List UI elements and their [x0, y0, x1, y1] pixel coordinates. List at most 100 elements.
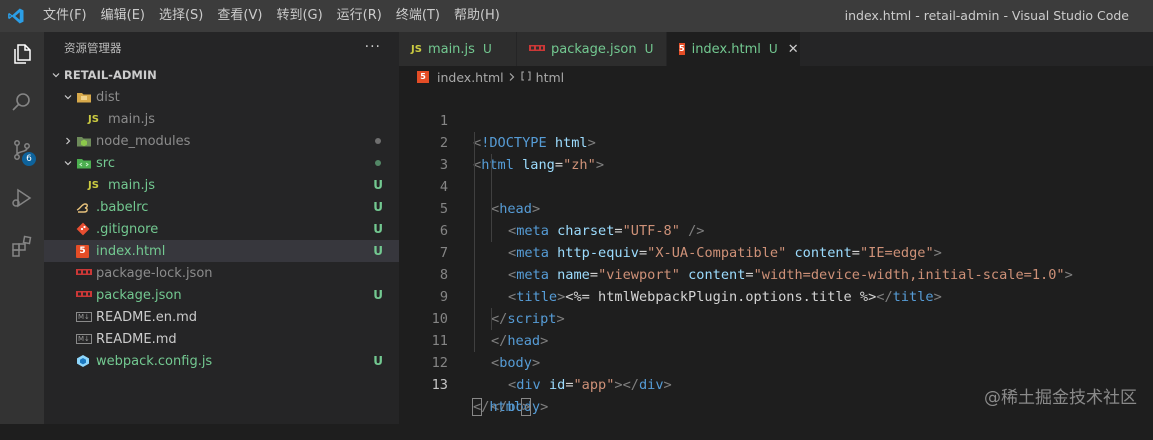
code-line[interactable]: 7 <title><%= htmlWebpackPlugin.options.t…	[399, 220, 1153, 305]
chevron-down-icon	[60, 158, 76, 168]
project-root[interactable]: RETAIL-ADMIN	[44, 64, 399, 86]
ignored-dot	[375, 138, 381, 144]
tree-item-package-lock-json[interactable]: package-lock.json	[44, 262, 399, 284]
html-file-icon: 5	[417, 71, 429, 83]
menu-bar: 文件(F) 编辑(E) 选择(S) 查看(V) 转到(G) 运行(R) 终端(T…	[36, 0, 507, 32]
code-line[interactable]: 4 <meta charset="UTF-8" />	[399, 154, 1153, 239]
code-line[interactable]: 1 <!DOCTYPE html>	[399, 88, 1153, 151]
menu-help[interactable]: 帮助(H)	[447, 0, 507, 32]
tab-label: package.json	[551, 41, 637, 57]
chevron-down-icon	[48, 70, 64, 80]
source-control-activity-button[interactable]: 6	[0, 130, 44, 170]
tab-label: index.html	[691, 41, 761, 57]
menu-go[interactable]: 转到(G)	[269, 0, 329, 32]
breadcrumb-symbol[interactable]: html	[536, 70, 564, 85]
code-line[interactable]: 6 <meta name="viewport" content="width=d…	[399, 198, 1153, 283]
untracked-status: U	[373, 244, 383, 258]
window-title: index.html - retail-admin - Visual Studi…	[844, 8, 1129, 23]
javascript-file-icon: JS	[411, 43, 422, 55]
tree-item-readme-md[interactable]: M↓ README.md	[44, 328, 399, 350]
javascript-file-icon: JS	[88, 179, 99, 191]
untracked-status: U	[373, 200, 383, 214]
git-file-icon	[76, 222, 96, 236]
untracked-status: U	[373, 288, 383, 302]
html-file-icon: 5	[679, 43, 685, 55]
markdown-file-icon: M↓	[76, 312, 92, 322]
tab-status: U	[482, 42, 492, 56]
code-line[interactable]: 2 <html lang="zh">	[399, 110, 1153, 173]
code-line-current[interactable]: 13 </html>	[399, 352, 1153, 416]
tree-item-gitignore[interactable]: .gitignore U	[44, 218, 399, 240]
untracked-status: U	[373, 354, 383, 368]
explorer-title: 资源管理器	[64, 41, 122, 55]
tree-item-src[interactable]: src	[44, 152, 399, 174]
tree-item-index-html[interactable]: 5 index.html U	[44, 240, 399, 262]
code-line[interactable]: 10 <body>	[399, 286, 1153, 371]
close-icon[interactable]: ✕	[788, 42, 799, 57]
project-name: RETAIL-ADMIN	[64, 68, 157, 82]
editor-tabs: JS main.js U package.json U 5 index.html…	[399, 32, 1153, 66]
src-folder-icon	[76, 156, 96, 170]
tree-item-readme-en-md[interactable]: M↓ README.en.md	[44, 306, 399, 328]
extensions-icon	[12, 235, 32, 257]
files-icon	[14, 44, 31, 64]
chevron-right-icon	[60, 136, 76, 146]
tree-item-dist-main-js[interactable]: JS main.js	[44, 108, 399, 130]
tab-index-html[interactable]: 5 index.html U ✕	[667, 32, 801, 66]
more-actions-button[interactable]: ···	[365, 32, 381, 62]
npm-file-icon	[76, 269, 96, 277]
menu-run[interactable]: 运行(R)	[330, 0, 389, 32]
tree-item-src-main-js[interactable]: JS main.js U	[44, 174, 399, 196]
breadcrumb: 5 index.html html	[399, 66, 1153, 88]
run-debug-icon	[12, 188, 32, 208]
menu-file[interactable]: 文件(F)	[36, 0, 94, 32]
html-file-icon: 5	[76, 244, 96, 258]
tab-label: main.js	[427, 41, 475, 57]
activity-bar: 6	[0, 32, 44, 424]
code-line[interactable]: 12 </body>	[399, 330, 1153, 415]
line-number: 13	[431, 377, 448, 393]
code-line[interactable]: 11 <div id="app"></div>	[399, 308, 1153, 393]
code-line[interactable]: 3 <head>	[399, 132, 1153, 217]
run-debug-activity-button[interactable]	[0, 178, 44, 218]
tree-item-webpack-config-js[interactable]: webpack.config.js U	[44, 350, 399, 372]
tree-item-dist[interactable]: dist	[44, 86, 399, 108]
code-line[interactable]: 9 </head>	[399, 264, 1153, 349]
explorer-activity-button[interactable]	[0, 34, 44, 74]
menu-terminal[interactable]: 终端(T)	[389, 0, 447, 32]
title-bar: 文件(F) 编辑(E) 选择(S) 查看(V) 转到(G) 运行(R) 终端(T…	[0, 0, 1153, 32]
explorer-header: 资源管理器 ···	[44, 32, 399, 64]
tree-item-package-json[interactable]: package.json U	[44, 284, 399, 306]
untracked-status: U	[373, 222, 383, 236]
code-line[interactable]: 8 </script>	[399, 242, 1153, 327]
menu-edit[interactable]: 编辑(E)	[94, 0, 152, 32]
tab-package-json[interactable]: package.json U	[517, 32, 667, 66]
symbol-icon	[520, 70, 532, 85]
chevron-down-icon	[60, 92, 76, 102]
chevron-right-icon	[508, 70, 516, 85]
code-editor[interactable]: 1 <!DOCTYPE html> 2 <html lang="zh"> 3 <…	[399, 88, 1153, 424]
npm-file-icon	[76, 291, 96, 299]
code-line[interactable]: 5 <meta http-equiv="X-UA-Compatible" con…	[399, 176, 1153, 261]
tree-item-node-modules[interactable]: node_modules	[44, 130, 399, 152]
markdown-file-icon: M↓	[76, 334, 92, 344]
extensions-activity-button[interactable]	[0, 226, 44, 266]
menu-selection[interactable]: 选择(S)	[152, 0, 210, 32]
folder-icon	[76, 90, 96, 104]
scm-badge: 6	[22, 152, 36, 166]
explorer-sidebar: 资源管理器 ··· RETAIL-ADMIN dist JS main.js n…	[44, 32, 399, 424]
tree-item-babelrc[interactable]: .babelrc U	[44, 196, 399, 218]
menu-view[interactable]: 查看(V)	[210, 0, 269, 32]
search-activity-button[interactable]	[0, 82, 44, 122]
untracked-status: U	[373, 178, 383, 192]
modified-dot	[375, 160, 381, 166]
npm-file-icon	[529, 45, 545, 51]
node-folder-icon	[76, 134, 96, 148]
tab-status: U	[644, 42, 654, 56]
tab-status: U	[768, 42, 778, 56]
breadcrumb-file[interactable]: index.html	[437, 70, 504, 85]
search-icon	[12, 93, 30, 111]
webpack-file-icon	[76, 354, 96, 368]
vscode-logo-icon	[2, 0, 30, 32]
tab-main-js[interactable]: JS main.js U	[399, 32, 517, 66]
